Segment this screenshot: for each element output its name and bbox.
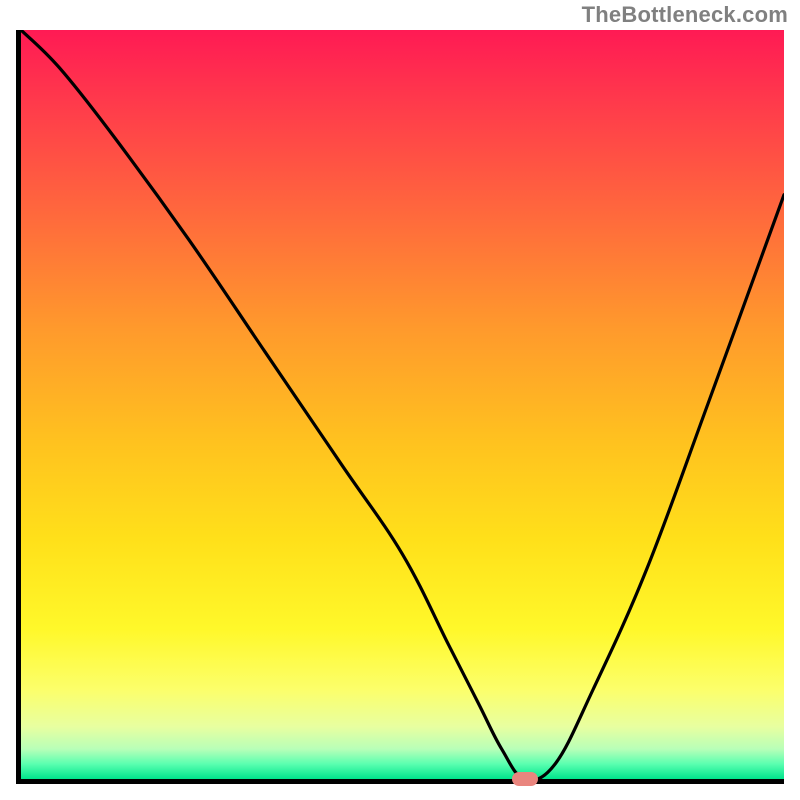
chart-background-gradient bbox=[21, 30, 784, 779]
attribution-label: TheBottleneck.com bbox=[582, 2, 788, 28]
chart-optimum-marker bbox=[512, 772, 538, 786]
chart-plot-area bbox=[16, 30, 784, 784]
